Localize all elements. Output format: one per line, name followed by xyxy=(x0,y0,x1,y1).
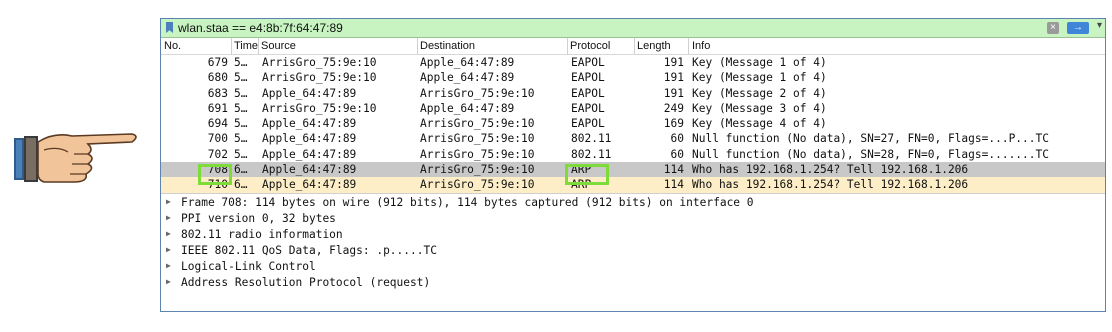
table-row[interactable]: 694 5… Apple_64:47:89 ArrisGro_75:9e:10 … xyxy=(161,116,1105,131)
apply-filter-icon[interactable]: → xyxy=(1067,22,1089,34)
expand-triangle-icon[interactable]: ▶ xyxy=(166,261,171,270)
packet-details-pane: ▶ Frame 708: 114 bytes on wire (912 bits… xyxy=(161,195,1105,291)
expand-triangle-icon[interactable]: ▶ xyxy=(166,277,171,286)
wireshark-window: wlan.staa == e4:8b:7f:64:47:89 × → ▾ No.… xyxy=(160,18,1106,312)
column-header-no[interactable]: No. xyxy=(164,40,181,52)
expand-triangle-icon[interactable]: ▶ xyxy=(166,245,171,254)
column-header-destination[interactable]: Destination xyxy=(420,40,475,52)
packet-list: 679 5… ArrisGro_75:9e:10 Apple_64:47:89 … xyxy=(161,55,1105,193)
table-row[interactable]: 702 5… Apple_64:47:89 ArrisGro_75:9e:10 … xyxy=(161,147,1105,162)
display-filter-bar[interactable]: wlan.staa == e4:8b:7f:64:47:89 × → ▾ xyxy=(161,19,1105,38)
table-row-selected[interactable]: 708 6… Apple_64:47:89 ArrisGro_75:9e:10 … xyxy=(161,162,1105,178)
table-row[interactable]: 710 6… Apple_64:47:89 ArrisGro_75:9e:10 … xyxy=(161,177,1105,193)
detail-row-ppi[interactable]: ▶ PPI version 0, 32 bytes xyxy=(161,211,1105,227)
expand-triangle-icon[interactable]: ▶ xyxy=(166,197,171,206)
detail-row-arp[interactable]: ▶ Address Resolution Protocol (request) xyxy=(161,275,1105,291)
packet-list-header: No. Time Source Destination Protocol Len… xyxy=(161,38,1105,55)
pane-divider[interactable] xyxy=(161,193,1105,194)
table-row[interactable]: 691 5… ArrisGro_75:9e:10 Apple_64:47:89 … xyxy=(161,101,1105,116)
detail-row-ieee80211[interactable]: ▶ IEEE 802.11 QoS Data, Flags: .p.....TC xyxy=(161,243,1105,259)
expand-triangle-icon[interactable]: ▶ xyxy=(166,229,171,238)
detail-row-frame[interactable]: ▶ Frame 708: 114 bytes on wire (912 bits… xyxy=(161,195,1105,211)
table-row[interactable]: 683 5… Apple_64:47:89 ArrisGro_75:9e:10 … xyxy=(161,86,1105,101)
column-header-info[interactable]: Info xyxy=(692,40,710,52)
table-row[interactable]: 680 5… ArrisGro_75:9e:10 Apple_64:47:89 … xyxy=(161,70,1105,85)
detail-row-llc[interactable]: ▶ Logical-Link Control xyxy=(161,259,1105,275)
column-header-protocol[interactable]: Protocol xyxy=(570,40,610,52)
highlight-box-packet-number xyxy=(198,164,232,185)
highlight-box-protocol xyxy=(565,164,609,185)
table-row[interactable]: 700 5… Apple_64:47:89 ArrisGro_75:9e:10 … xyxy=(161,131,1105,146)
clear-filter-icon[interactable]: × xyxy=(1047,22,1059,34)
detail-row-radio[interactable]: ▶ 802.11 radio information xyxy=(161,227,1105,243)
column-header-time[interactable]: Time xyxy=(234,40,258,52)
pointing-hand-icon xyxy=(14,133,137,183)
column-header-length[interactable]: Length xyxy=(637,40,671,52)
chevron-down-icon[interactable]: ▾ xyxy=(1097,20,1102,31)
bookmark-icon[interactable] xyxy=(166,22,173,33)
column-header-source[interactable]: Source xyxy=(261,40,296,52)
table-row[interactable]: 679 5… ArrisGro_75:9e:10 Apple_64:47:89 … xyxy=(161,55,1105,70)
expand-triangle-icon[interactable]: ▶ xyxy=(166,213,171,222)
display-filter-input[interactable]: wlan.staa == e4:8b:7f:64:47:89 xyxy=(178,21,343,35)
